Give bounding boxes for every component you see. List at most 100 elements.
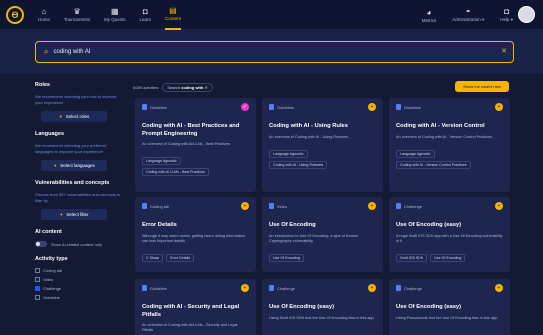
activity-card[interactable]: Guideline ✓ Coding with AI - Best Practic… xyxy=(135,98,256,192)
card-tag: Coding with AI - Version Control Practic… xyxy=(396,160,471,169)
top-nav: ϴ ⌂ Home ♛ Tournaments ▦ My Quests ◘ Lea… xyxy=(0,0,543,30)
select-roles-button[interactable]: ▼ Select roles xyxy=(41,111,107,122)
bookmark-icon[interactable]: + xyxy=(495,202,503,210)
activity-card[interactable]: Challenge + Use Of Encoding (easy) Using … xyxy=(262,279,383,335)
activity-option-label: Video xyxy=(43,277,54,282)
nav-content-label: Content xyxy=(165,16,181,21)
activity-option-guideline[interactable]: Guideline xyxy=(35,295,125,300)
card-tag: Language Agnostic xyxy=(142,157,181,165)
activity-card[interactable]: Coding lab + Error Details Although it ma… xyxy=(135,197,256,272)
nav-administration-label: Administration ▾ xyxy=(452,17,485,22)
card-desc: An overview of Coding with AI - Using Ru… xyxy=(269,134,349,139)
activity-card[interactable]: Challenge + Use Of Encoding (easy) Using … xyxy=(389,279,510,335)
whats-new-button[interactable]: Show me what's new xyxy=(455,81,509,92)
nav-my-quests[interactable]: ▦ My Quests xyxy=(104,0,126,30)
admin-icon: ◓ xyxy=(465,7,471,16)
card-title: Use Of Encoding xyxy=(269,222,316,228)
activity-option-video[interactable]: Video xyxy=(35,277,125,282)
select-filter-button[interactable]: ▼ Select filter xyxy=(41,209,107,220)
nav-tournaments[interactable]: ♛ Tournaments xyxy=(64,0,90,30)
activity-card[interactable]: Guideline + Coding with AI - Version Cont… xyxy=(389,98,510,192)
guideline-icon xyxy=(142,104,147,110)
select-languages-button[interactable]: ▼ Select languages xyxy=(41,160,107,171)
nav-administration[interactable]: ◓ Administration ▾ xyxy=(452,0,484,30)
bookmark-icon[interactable]: + xyxy=(241,202,249,210)
card-desc: An introduction to Use Of Encoding, a ty… xyxy=(269,233,359,243)
brand-logo-icon[interactable]: ϴ xyxy=(6,5,24,24)
nav-home[interactable]: ⌂ Home xyxy=(38,0,50,30)
roles-filter: Roles We recommend selecting your role t… xyxy=(35,82,125,122)
bookmark-icon[interactable]: ✓ xyxy=(241,103,249,111)
results-count: 6089 activities xyxy=(133,85,159,90)
activity-card[interactable]: Guideline + Coding with AI - Using Rules … xyxy=(262,98,383,192)
nav-learn[interactable]: ◘ Learn xyxy=(140,0,152,30)
avatar[interactable] xyxy=(518,6,535,23)
bookmark-icon[interactable]: + xyxy=(368,103,376,111)
activity-option-coding-lab[interactable]: Coding lab xyxy=(35,268,125,273)
card-desc: Using Swift iOS SDK find the Use Of Enco… xyxy=(269,315,374,320)
search-icon: ⌕ xyxy=(44,47,49,56)
search-chip[interactable]: Search coding with ✕ xyxy=(162,83,213,92)
card-type: Guideline xyxy=(142,104,167,110)
card-type: Challenge xyxy=(269,285,295,291)
bookmark-icon[interactable]: + xyxy=(495,103,503,111)
activity-card[interactable]: Video + Use Of Encoding An introduction t… xyxy=(262,197,383,272)
search-chip-query: coding with xyxy=(181,85,204,90)
card-title: Coding with AI - Using Rules xyxy=(269,123,349,129)
ai-only-toggle[interactable] xyxy=(35,241,47,247)
bookmark-icon[interactable]: + xyxy=(368,284,376,292)
vulnerabilities-desc: Choose from 897 vulnerabilities and conc… xyxy=(35,192,121,203)
ai-toggle-label: Show AI-related content only xyxy=(51,241,102,247)
bookmark-icon[interactable]: + xyxy=(241,284,249,292)
card-type: Video xyxy=(269,203,287,209)
checkbox[interactable] xyxy=(35,295,40,300)
card-tag: C Sharp xyxy=(142,253,164,262)
vulnerabilities-filter: Vulnerabilities and concepts Choose from… xyxy=(35,180,125,220)
trophy-icon: ♛ xyxy=(73,7,81,16)
nav-help[interactable]: ◘ Help ▾ xyxy=(500,0,513,30)
card-title: Use Of Encoding (easy) xyxy=(269,304,335,310)
search-chip-prefix: Search xyxy=(167,85,181,90)
content-icon: ▤ xyxy=(169,6,177,15)
nav-right-group: ◕ Metrics ◓ Administration ▾ ◘ Help ▾ xyxy=(406,0,513,30)
nav-tournaments-label: Tournaments xyxy=(64,17,91,22)
search-input[interactable]: ⌕ coding with AI ✕ xyxy=(35,41,514,63)
quest-icon: ▦ xyxy=(111,7,119,16)
checkbox[interactable] xyxy=(35,277,40,282)
ai-content-filter: AI content Show AI-related content only xyxy=(35,229,125,247)
bookmark-icon[interactable]: + xyxy=(495,284,503,292)
metrics-icon: ◕ xyxy=(426,7,432,17)
languages-title: Languages xyxy=(35,131,65,137)
bookmark-icon[interactable]: + xyxy=(368,202,376,210)
ai-toggle-row: Show AI-related content only xyxy=(35,241,125,247)
activity-option-label: Coding lab xyxy=(43,268,63,273)
nav-my-quests-label: My Quests xyxy=(104,17,126,22)
card-desc: An overview of Coding with AI/LLMs - Bes… xyxy=(142,142,231,146)
nav-content[interactable]: ▤ Content xyxy=(165,0,181,30)
learn-icon: ◘ xyxy=(142,7,148,16)
checkbox[interactable] xyxy=(35,268,40,273)
filter-icon: ▼ xyxy=(59,212,64,217)
card-type: Challenge xyxy=(396,285,422,291)
roles-title: Roles xyxy=(35,82,50,88)
card-type: Guideline xyxy=(269,104,294,110)
search-input-value[interactable]: coding with AI xyxy=(53,49,90,55)
activity-option-challenge[interactable]: Challenge xyxy=(35,286,125,291)
guideline-icon xyxy=(269,104,274,110)
activity-card[interactable]: Guideline + Coding with AI - Security and… xyxy=(135,279,256,335)
filter-sidebar: Roles We recommend selecting your role t… xyxy=(35,82,125,309)
checkbox-checked[interactable] xyxy=(35,286,40,291)
activity-card[interactable]: Challenge + Use Of Encoding (easy) A huge… xyxy=(389,197,510,272)
vulnerabilities-title: Vulnerabilities and concepts xyxy=(35,180,110,186)
card-tag: Swift iOS SDK xyxy=(396,253,428,262)
card-type: Coding lab xyxy=(142,203,169,209)
nav-metrics[interactable]: ◕ Metrics xyxy=(422,0,437,30)
challenge-icon xyxy=(396,285,401,291)
clear-search-icon[interactable]: ✕ xyxy=(501,47,507,55)
guideline-icon xyxy=(396,104,401,110)
nav-learn-label: Learn xyxy=(139,17,152,22)
card-type: Guideline xyxy=(142,285,167,291)
challenge-icon xyxy=(269,285,274,291)
select-languages-label: Select languages xyxy=(60,163,95,168)
home-icon: ⌂ xyxy=(41,7,47,16)
